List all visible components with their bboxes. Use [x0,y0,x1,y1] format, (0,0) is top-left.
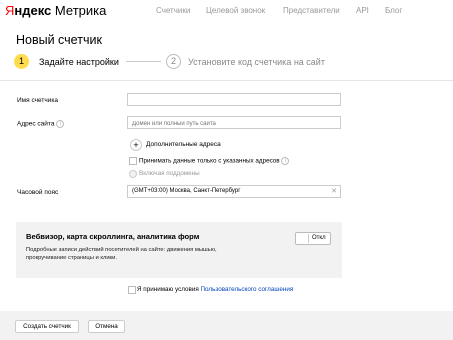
close-icon[interactable]: ✕ [331,187,337,195]
nav-target-call[interactable]: Целевой звонок [206,6,265,15]
only-specified-label-text: Принимать данные только с указанных адре… [139,157,280,165]
step-1-label: Задайте настройки [39,57,119,67]
terms-text: Я принимаю условия Пользовательского сог… [137,286,293,293]
additional-addresses-link[interactable]: Дополнительные адреса [146,141,221,148]
site-address-input[interactable] [127,116,341,129]
yandex-metrika-logo[interactable]: Яндекс Метрика [5,3,106,18]
only-specified-checkbox[interactable] [129,157,137,165]
cancel-button[interactable]: Отмена [88,320,125,333]
toggle-label: Откл [312,235,326,241]
webvisor-panel: Вебвизор, карта скроллинга, аналитика фо… [16,222,342,278]
logo-first-letter: Я [5,3,15,18]
nav-api[interactable]: API [356,6,369,15]
webvisor-toggle[interactable]: Откл [295,232,331,245]
terms-checkbox[interactable] [128,286,136,294]
subdomains-checkbox[interactable] [129,170,137,178]
webvisor-title: Вебвизор, карта скроллинга, аналитика фо… [26,232,200,241]
only-specified-label: Принимать данные только с указанных адре… [139,157,290,165]
timezone-label: Часовой пояс [17,189,59,196]
step-2-indicator: 2 [166,54,181,69]
top-header: Яндекс Метрика Счетчики Целевой звонок П… [0,0,453,26]
terms-prefix: Я принимаю условия [137,286,201,293]
timezone-value: (GMT+03:00) Москва, Санкт-Петербург [132,188,241,194]
nav-counters[interactable]: Счетчики [156,6,190,15]
create-counter-button[interactable]: Создать счетчик [15,320,79,333]
nav-representatives[interactable]: Представители [283,6,340,15]
info-icon[interactable]: i [281,157,290,165]
footer-bar: Создать счетчик Отмена [0,311,453,340]
timezone-select[interactable]: (GMT+03:00) Москва, Санкт-Петербург ✕ [127,185,341,198]
info-icon[interactable]: i [56,120,65,128]
plus-icon[interactable]: + [130,139,142,151]
toggle-knob [297,234,309,243]
subdomains-label: Включая поддомены [139,170,200,177]
header-divider [0,80,453,81]
step-2-label: Установите код счетчика на сайт [188,57,325,67]
webvisor-description: Подробные записи действий посетителей на… [26,247,217,261]
logo-yandex: ндекс [14,3,52,18]
counter-name-label: Имя счетчика [17,97,59,104]
terms-link[interactable]: Пользовательского соглашения [201,286,294,293]
counter-name-input[interactable] [127,93,341,106]
step-connector [126,61,161,62]
step-1-indicator: 1 [14,54,29,69]
site-address-label: Адрес сайта i [17,120,65,128]
nav-blog[interactable]: Блог [385,6,402,15]
logo-product: Метрика [54,3,107,18]
site-address-label-text: Адрес сайта [17,120,55,128]
page-title: Новый счетчик [16,33,102,47]
